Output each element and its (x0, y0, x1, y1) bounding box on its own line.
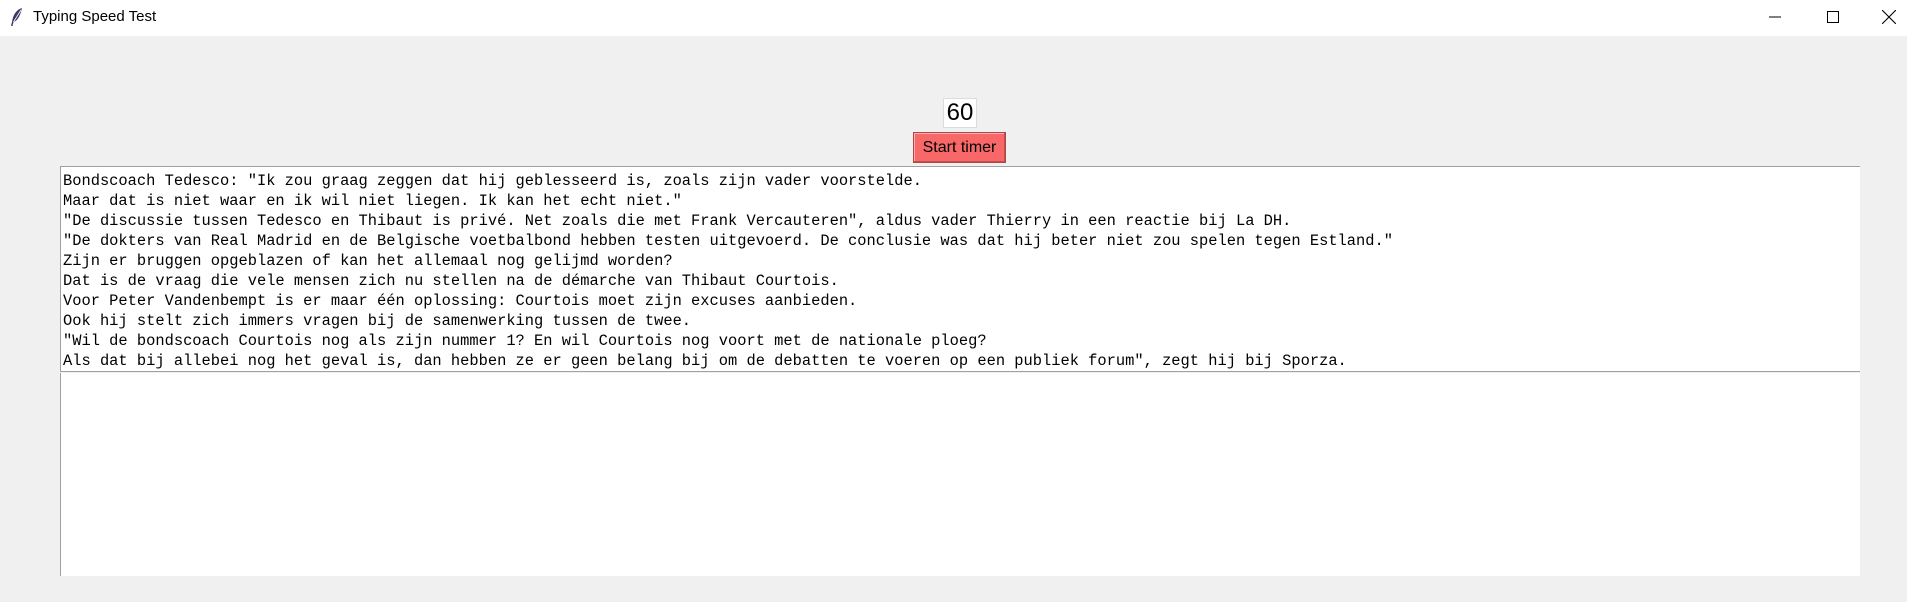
minimize-icon (1769, 11, 1781, 23)
maximize-button[interactable] (1810, 0, 1856, 34)
source-text-box[interactable]: Bondscoach Tedesco: "Ik zou graag zeggen… (60, 166, 1860, 372)
typing-input-area[interactable] (60, 373, 1860, 576)
source-text-line: Dat is de vraag die vele mensen zich nu … (63, 272, 839, 290)
minimize-button[interactable] (1752, 0, 1798, 34)
source-text-line: Ook hij stelt zich immers vragen bij de … (63, 312, 692, 330)
start-timer-button[interactable]: Start timer (913, 132, 1006, 163)
window-title: Typing Speed Test (33, 8, 157, 25)
source-text-line: Voor Peter Vandenbempt is er maar één op… (63, 292, 858, 310)
source-text-line: "Wil de bondscoach Courtois nog als zijn… (63, 332, 987, 350)
source-text-line: Als dat bij allebei nog het geval is, da… (63, 352, 1347, 370)
app-window: Typing Speed Test 60 Start timer Bondsco… (0, 0, 1907, 602)
source-text-line: Zijn er bruggen opgeblazen of kan het al… (63, 252, 673, 270)
timer-entry[interactable]: 60 (943, 98, 977, 128)
source-text-line: Bondscoach Tedesco: "Ik zou graag zeggen… (63, 172, 922, 190)
source-text-line: Maar dat is niet waar en ik wil niet lie… (63, 192, 682, 210)
source-text-line: "De dokters van Real Madrid en de Belgis… (63, 232, 1393, 250)
close-button[interactable] (1866, 0, 1907, 34)
title-bar[interactable]: Typing Speed Test (0, 0, 1907, 36)
maximize-icon (1827, 11, 1839, 23)
close-icon (1882, 10, 1896, 24)
feather-icon (9, 7, 25, 27)
source-text-line: "De discussie tussen Tedesco en Thibaut … (63, 212, 1292, 230)
